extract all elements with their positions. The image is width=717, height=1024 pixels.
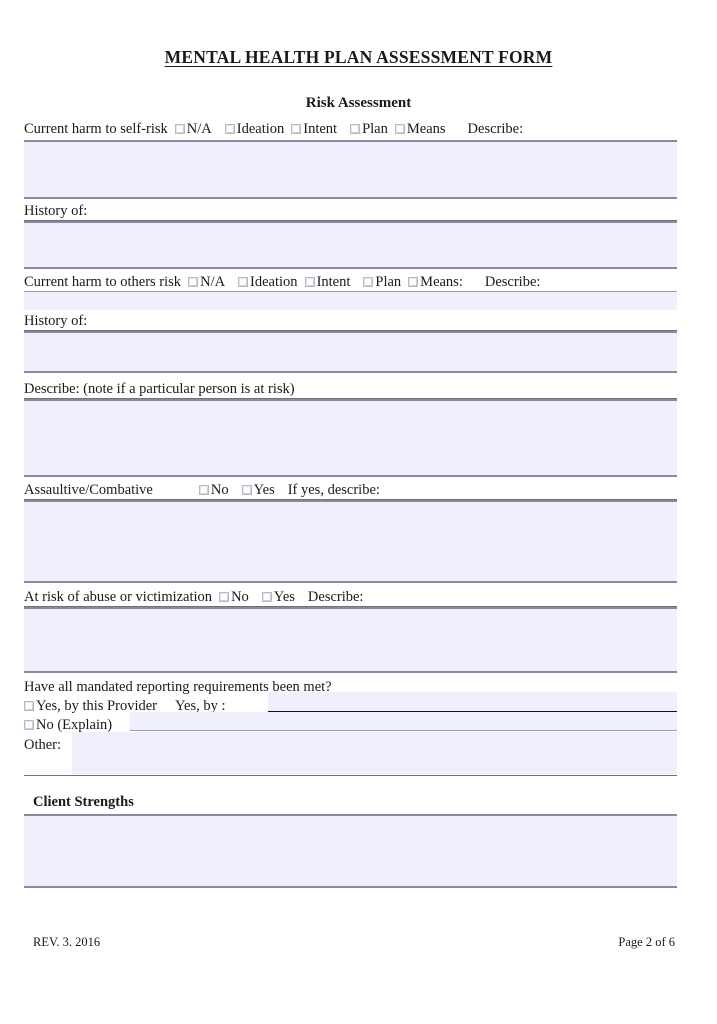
self-risk-label-row: Current harm to self-risk N/A Ideation Inte… xyxy=(24,120,523,138)
assaultive-no-label: No xyxy=(210,482,229,498)
others-risk-history-label: History of: xyxy=(24,313,88,329)
assaultive-label: Assaultive/Combative xyxy=(24,482,153,498)
self-risk-plan-label: Plan xyxy=(362,121,388,137)
others-risk-na-label: N/A xyxy=(200,274,226,290)
others-risk-person-note-field[interactable] xyxy=(24,399,677,477)
others-risk-means-checkbox[interactable] xyxy=(408,277,419,287)
client-strengths-title: Client Strengths xyxy=(33,794,134,810)
others-risk-plan-label: Plan xyxy=(375,274,402,290)
abuse-risk-label-row: At risk of abuse or victimization No Yes De… xyxy=(24,588,363,606)
self-risk-history-label: History of: xyxy=(24,203,88,219)
abuse-risk-describe-field[interactable] xyxy=(24,607,677,673)
assaultive-no-checkbox[interactable] xyxy=(198,485,209,495)
section-heading: Risk Assessment xyxy=(305,95,412,111)
others-risk-history-field[interactable] xyxy=(24,331,677,373)
self-risk-na-label: N/A xyxy=(186,121,212,137)
footer-revision: REV. 3. 2016 xyxy=(33,935,101,949)
page-title: MENTAL HEALTH PLAN ASSESSMENT FORM xyxy=(164,47,553,67)
no-explain-label: No (Explain) xyxy=(36,717,113,733)
abuse-risk-no-label: No xyxy=(231,589,249,605)
assaultive-describe-field[interactable] xyxy=(24,500,677,583)
other-bottom-rule xyxy=(24,775,677,776)
assaultive-yes-checkbox[interactable] xyxy=(241,485,252,495)
abuse-risk-no-checkbox[interactable] xyxy=(219,592,230,602)
self-risk-plan-checkbox[interactable] xyxy=(350,124,361,134)
other-label: Other: xyxy=(24,737,62,753)
others-risk-label-row: Current harm to others risk N/A Ideation In… xyxy=(24,273,540,291)
self-risk-na-checkbox[interactable] xyxy=(174,124,185,134)
no-explain-checkbox[interactable] xyxy=(24,720,34,730)
self-risk-history-field[interactable] xyxy=(24,221,677,269)
self-risk-intent-checkbox[interactable] xyxy=(291,124,302,134)
assaultive-followup-label: If yes, describe: xyxy=(287,482,380,498)
footer-page-number: Page 2 of 6 xyxy=(618,935,675,949)
self-risk-ideation-label: Ideation xyxy=(236,121,285,137)
others-risk-ideation-label: Ideation xyxy=(250,274,298,290)
others-risk-describe-field[interactable] xyxy=(24,291,677,310)
self-risk-means-checkbox[interactable] xyxy=(394,124,405,134)
self-risk-ideation-checkbox[interactable] xyxy=(224,124,235,134)
self-risk-describe-label: Describe: xyxy=(467,121,524,137)
abuse-risk-yes-checkbox[interactable] xyxy=(261,592,272,602)
yes-by-input[interactable] xyxy=(268,692,677,711)
client-strengths-field[interactable] xyxy=(24,814,677,888)
others-risk-describe-label: Describe: xyxy=(484,274,541,290)
others-risk-plan-checkbox[interactable] xyxy=(363,277,374,287)
others-risk-intent-label: Intent xyxy=(316,274,351,290)
assaultive-label-row: Assaultive/Combative No Yes If yes, describ… xyxy=(24,481,380,499)
others-risk-label: Current harm to others risk xyxy=(24,274,182,290)
assaultive-yes-label: Yes xyxy=(253,482,275,498)
self-risk-describe-field[interactable] xyxy=(24,140,677,199)
others-risk-means-label: Means: xyxy=(420,274,463,290)
abuse-risk-label: At risk of abuse or victimization xyxy=(24,589,213,605)
yes-by-provider-checkbox[interactable] xyxy=(24,701,34,711)
form-page: MENTAL HEALTH PLAN ASSESSMENT FORM Risk … xyxy=(0,0,717,1024)
self-risk-means-label: Means xyxy=(406,121,446,137)
self-risk-intent-label: Intent xyxy=(303,121,338,137)
self-risk-label: Current harm to self-risk xyxy=(24,121,168,137)
no-explain-input[interactable] xyxy=(130,712,677,731)
abuse-risk-yes-label: Yes xyxy=(273,589,295,605)
others-risk-person-note-label: Describe: (note if a particular person i… xyxy=(24,381,295,397)
others-risk-ideation-checkbox[interactable] xyxy=(238,277,249,287)
others-risk-intent-checkbox[interactable] xyxy=(304,277,315,287)
other-input[interactable] xyxy=(72,732,677,774)
others-risk-na-checkbox[interactable] xyxy=(188,277,199,287)
abuse-risk-followup-label: Describe: xyxy=(307,589,364,605)
